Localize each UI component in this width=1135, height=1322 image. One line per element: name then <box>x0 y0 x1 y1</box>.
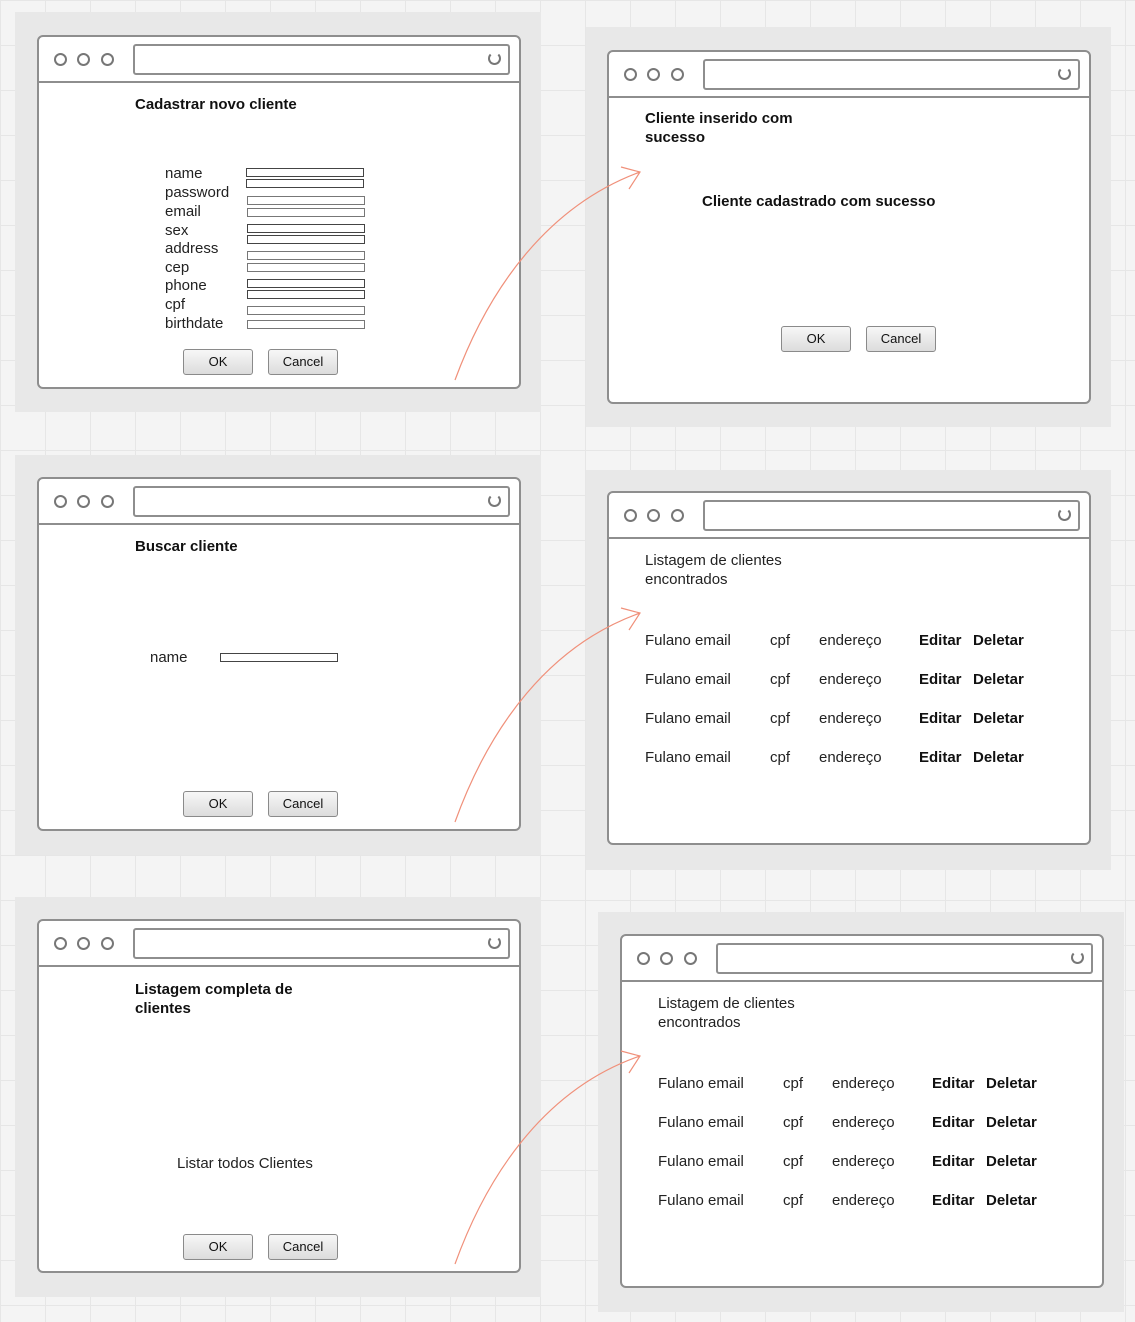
flow-arrows <box>454 166 641 1265</box>
arrow-buscar-to-resultado <box>454 612 641 823</box>
arrow-cadastrar-to-sucesso <box>454 171 641 381</box>
arrow-listagem-to-resultado <box>454 1055 641 1265</box>
